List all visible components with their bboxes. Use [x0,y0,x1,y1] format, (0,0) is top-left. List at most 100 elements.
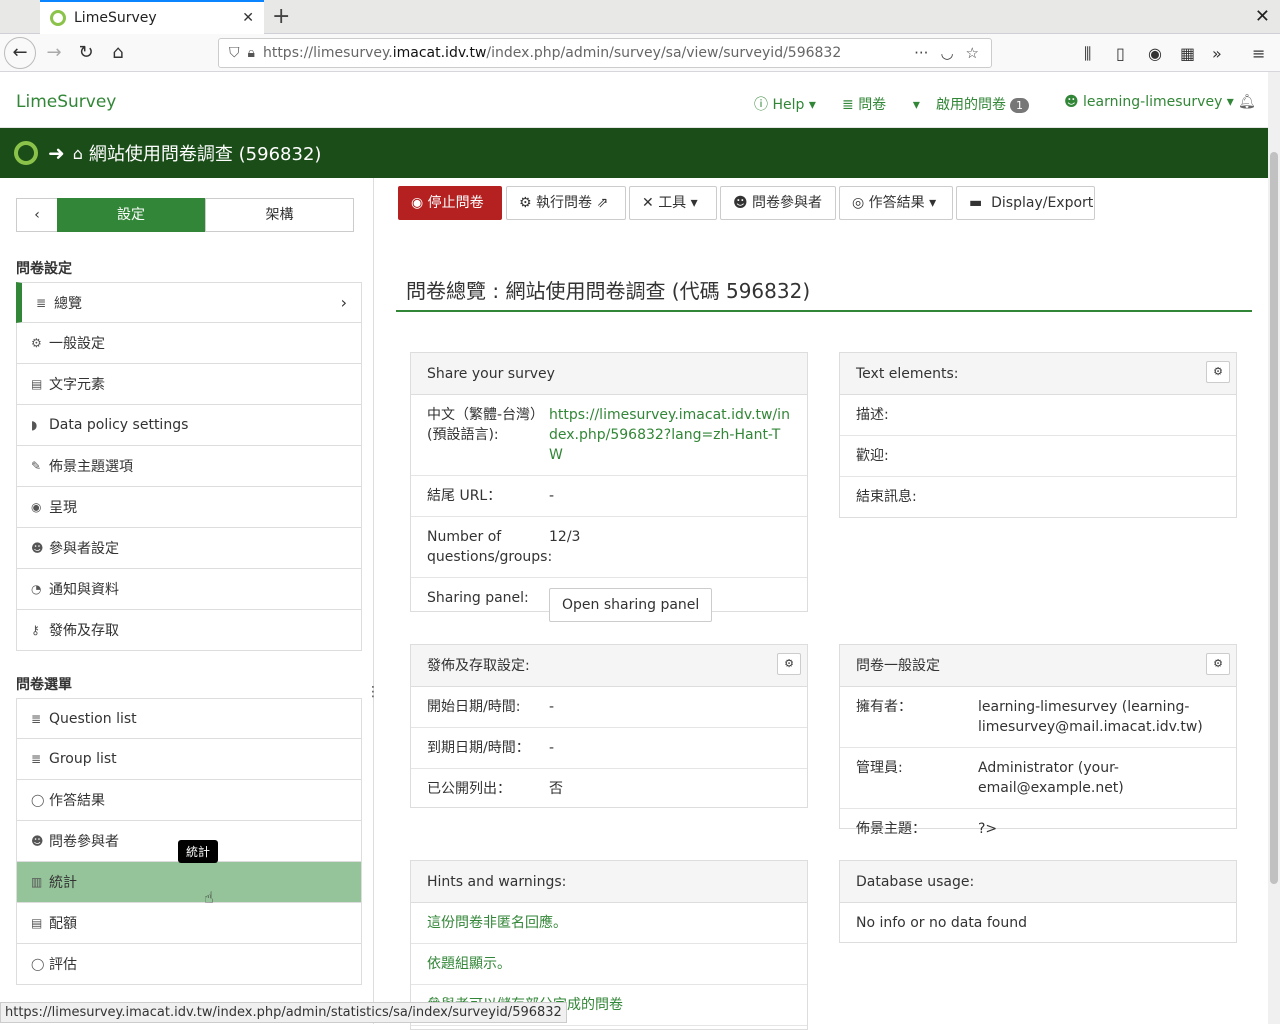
sidebar-item-data-policy[interactable]: ◗ Data policy settings [16,405,362,446]
gears-icon: ⚙ [31,336,42,350]
sidebar-item-notifications[interactable]: ◔ 通知與資料 [16,569,362,610]
hints-header: Hints and warnings: [411,861,807,903]
responses-dropdown[interactable]: ◎ 作答結果 ▾ [839,186,953,220]
sidebar-item-participant-settings[interactable]: ☻ 參與者設定 [16,528,362,569]
forward-icon[interactable]: → [40,40,68,66]
extensions-icon[interactable]: ▦ [1180,44,1195,63]
hand-cursor-icon: ☝ [204,888,214,907]
reload-icon[interactable]: ↻ [72,40,100,66]
structure-tab[interactable]: 架構 [205,198,354,232]
file-text-icon: ▤ [31,377,43,391]
run-survey-button[interactable]: ⚙ 執行問卷 ⇗ [506,186,626,220]
settings-menu: ≣ 總覽 › ⚙ 一般設定 ▤ 文字元素 ◗ Data policy settings ✎… [16,282,362,651]
survey-menu-heading: 問卷選單 [16,677,72,693]
share-panel-header: Share your survey [411,353,807,395]
new-tab-icon[interactable]: + [272,4,290,29]
general-settings-header: 問卷一般設定 ⚙ [840,645,1236,687]
paint-brush-icon: ✎ [31,459,42,473]
sidebar-item-group-list[interactable]: ≣ Group list [16,739,362,780]
overflow-icon[interactable]: » [1212,44,1222,63]
tools-dropdown[interactable]: ✕ 工具 ▾ [629,186,717,220]
hint-item[interactable]: 這份問卷非匿名回應。 [411,903,807,944]
page-scrollbar[interactable] [1268,72,1280,1024]
hint-item[interactable]: 依題組顯示。 [411,944,807,985]
home-icon[interactable]: ⌂ [104,40,132,66]
gears-icon[interactable]: ⚙ [777,653,801,675]
sidebar-item-general-settings[interactable]: ⚙ 一般設定 [16,323,362,364]
account-icon[interactable]: ◉ [1148,44,1162,63]
sidebar-item-overview[interactable]: ≣ 總覽 › [16,282,362,323]
key-icon: ⚷ [31,623,40,637]
collapse-sidebar-button[interactable]: ‹ [16,198,58,232]
sidebar-item-theme-options[interactable]: ✎ 佈景主題選項 [16,446,362,487]
user-menu[interactable]: ☻ learning-limesurvey ▾ [1064,94,1234,110]
share-row-end-url: 結尾 URL： - [411,476,807,517]
database-usage-panel: Database usage: No info or no data found [839,860,1237,943]
tab-title: LimeSurvey [74,10,157,26]
brand-logo[interactable]: LimeSurvey [16,92,116,112]
text-elements-header: Text elements: ⚙ [840,353,1236,395]
participants-button[interactable]: ☻ 問卷參與者 [720,186,836,220]
gears-icon[interactable]: ⚙ [1206,361,1230,383]
window-close-icon[interactable]: ✕ [1255,6,1270,27]
display-export-button[interactable]: ▬ Display/Export [956,186,1095,220]
open-sharing-panel-button[interactable]: Open sharing panel [549,588,713,622]
browser-tab-bar: LimeSurvey ✕ + ✕ [0,0,1280,34]
home-icon: ⌂ [72,143,83,163]
url-bar[interactable]: ⛉ 🔒︎ https://limesurvey.imacat.idv.tw/in… [218,38,992,68]
survey-title[interactable]: 網站使用問卷調查 (596832) [89,140,322,166]
pocket-icon[interactable]: ◡ [940,44,953,62]
help-menu[interactable]: ⓘ Help ▾ [754,94,816,114]
surveys-menu[interactable]: ≣ 問卷 ▾ [842,94,920,114]
sidebar-item-publication-access[interactable]: ⚷ 發佈及存取 [16,610,362,651]
active-count-badge: 1 [1010,98,1029,113]
back-icon[interactable]: ← [4,37,36,69]
resize-handle-icon[interactable]: ⋮ [366,684,380,700]
browser-tab[interactable]: LimeSurvey ✕ [40,0,264,34]
statistics-tooltip: 統計 [178,840,219,863]
stop-survey-button[interactable]: ◉ 停止問卷 [398,186,502,220]
survey-link[interactable]: https://limesurvey.imacat.idv.tw/index.p… [549,405,791,465]
share-row-language: 中文（繁體-台灣）(預設語言): https://limesurvey.imac… [411,395,807,476]
limesurvey-logo-icon[interactable] [14,141,38,165]
limesurvey-favicon-icon [50,10,66,26]
sidebar-item-statistics[interactable]: ▥ 統計 [16,862,362,903]
user-icon: ☻ [31,834,44,848]
publish-row-start: 開始日期/時間: - [411,687,807,728]
database-usage-header: Database usage: [840,861,1236,903]
share-row-count: Number of questions/groups: 12/3 [411,517,807,578]
bookmark-star-icon[interactable]: ☆ [966,44,979,62]
sidebar-item-assessments[interactable]: ◯ 評估 [16,944,362,985]
sidebar-item-presentation[interactable]: ◉ 呈現 [16,487,362,528]
library-icon[interactable]: ⫼ [1084,44,1091,64]
database-usage-text: No info or no data found [856,915,1027,931]
bell-icon[interactable]: 🔔︎ [1238,94,1256,110]
text-elements-panel: Text elements: ⚙ 描述: 歡迎: 結束訊息: [839,352,1237,518]
scrollbar-thumb[interactable] [1270,152,1278,884]
more-icon[interactable]: ··· [914,44,928,62]
shield-icon: ◗ [31,418,38,432]
close-tab-icon[interactable]: ✕ [242,10,254,26]
eye-slash-icon: ◉ [31,500,42,514]
sidebar-icon[interactable]: ▯ [1116,44,1125,63]
settings-tab[interactable]: 設定 [57,198,205,232]
sidebar-item-question-list[interactable]: ≣ Question list [16,698,362,739]
sidebar-item-quotas[interactable]: ▤ 配額 [16,903,362,944]
publication-panel: 發佈及存取設定: ⚙ 開始日期/時間: - 到期日期/時間： - 已公開列出：否 [410,644,808,808]
survey-title-bar: ➜ ⌂ 網站使用問卷調查 (596832) [0,128,1268,178]
gears-icon[interactable]: ⚙ [1206,653,1230,675]
page-title: 問卷總覽 : 網站使用問卷調查 (代碼 596832) [406,279,811,303]
active-surveys-link[interactable]: 啟用的問卷 1 [936,94,1029,114]
menu-icon[interactable]: ≡ [1252,44,1265,63]
publish-row-listed: 已公開列出：否 [427,781,563,797]
sidebar-item-responses[interactable]: ◯ 作答結果 [16,780,362,821]
sidebar: ‹ 設定 架構 問卷設定 ≣ 總覽 › ⚙ 一般設定 ▤ 文字元素 ◗ Data poli… [0,178,380,1024]
url-text: https://limesurvey.imacat.idv.tw/index.p… [262,45,842,61]
title-divider [396,310,1252,312]
list-icon: ≣ [31,711,42,726]
users-icon: ☻ [31,541,44,555]
sidebar-item-text-elements[interactable]: ▤ 文字元素 [16,364,362,405]
comment-icon: ◯ [31,957,45,971]
publication-header: 發佈及存取設定: ⚙ [411,645,807,687]
text-row-welcome: 歡迎: [840,436,1236,477]
